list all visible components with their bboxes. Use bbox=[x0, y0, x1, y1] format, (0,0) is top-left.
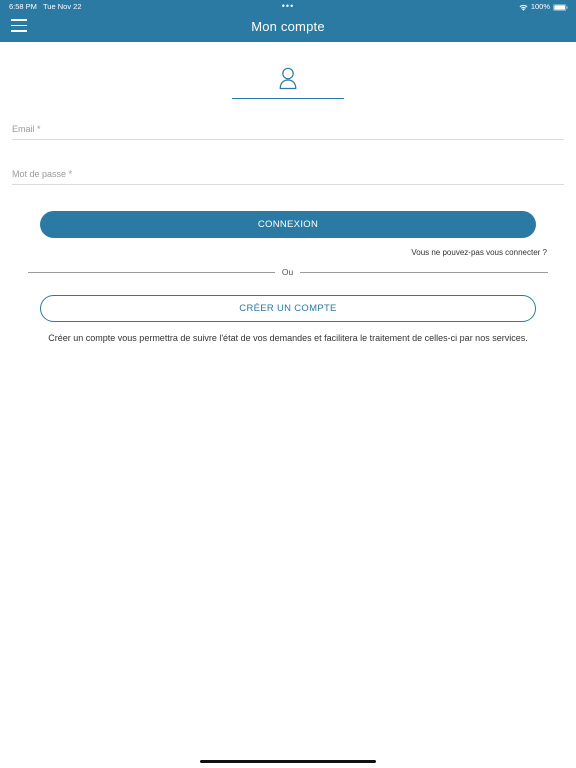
divider-line-right bbox=[300, 272, 548, 273]
create-account-button[interactable]: CRÉER UN COMPTE bbox=[40, 295, 536, 322]
create-account-info: Créer un compte vous permettra de suivre… bbox=[48, 333, 528, 343]
multitasking-dots[interactable]: ••• bbox=[279, 1, 297, 11]
email-field[interactable] bbox=[12, 119, 564, 140]
home-indicator[interactable] bbox=[200, 760, 376, 763]
page: 6:58 PM Tue Nov 22 ••• 100% Mon compte C bbox=[0, 0, 576, 768]
status-time: 6:58 PM bbox=[9, 2, 37, 11]
password-field[interactable] bbox=[12, 164, 564, 185]
header-bar: 6:58 PM Tue Nov 22 ••• 100% Mon compte bbox=[0, 0, 576, 42]
status-date: Tue Nov 22 bbox=[43, 2, 82, 11]
user-icon bbox=[279, 67, 297, 90]
battery-percentage: 100% bbox=[530, 2, 550, 11]
forgot-password-link[interactable]: Vous ne pouvez-pas vous connecter ? bbox=[411, 248, 547, 257]
battery-icon bbox=[553, 3, 568, 11]
divider-line-left bbox=[28, 272, 275, 273]
page-title: Mon compte bbox=[251, 19, 325, 34]
profile-divider bbox=[232, 98, 344, 99]
wifi-icon bbox=[519, 4, 528, 11]
divider-text: Ou bbox=[281, 267, 294, 277]
status-indicators: 100% bbox=[519, 2, 568, 12]
login-button[interactable]: CONNEXION bbox=[40, 211, 536, 238]
